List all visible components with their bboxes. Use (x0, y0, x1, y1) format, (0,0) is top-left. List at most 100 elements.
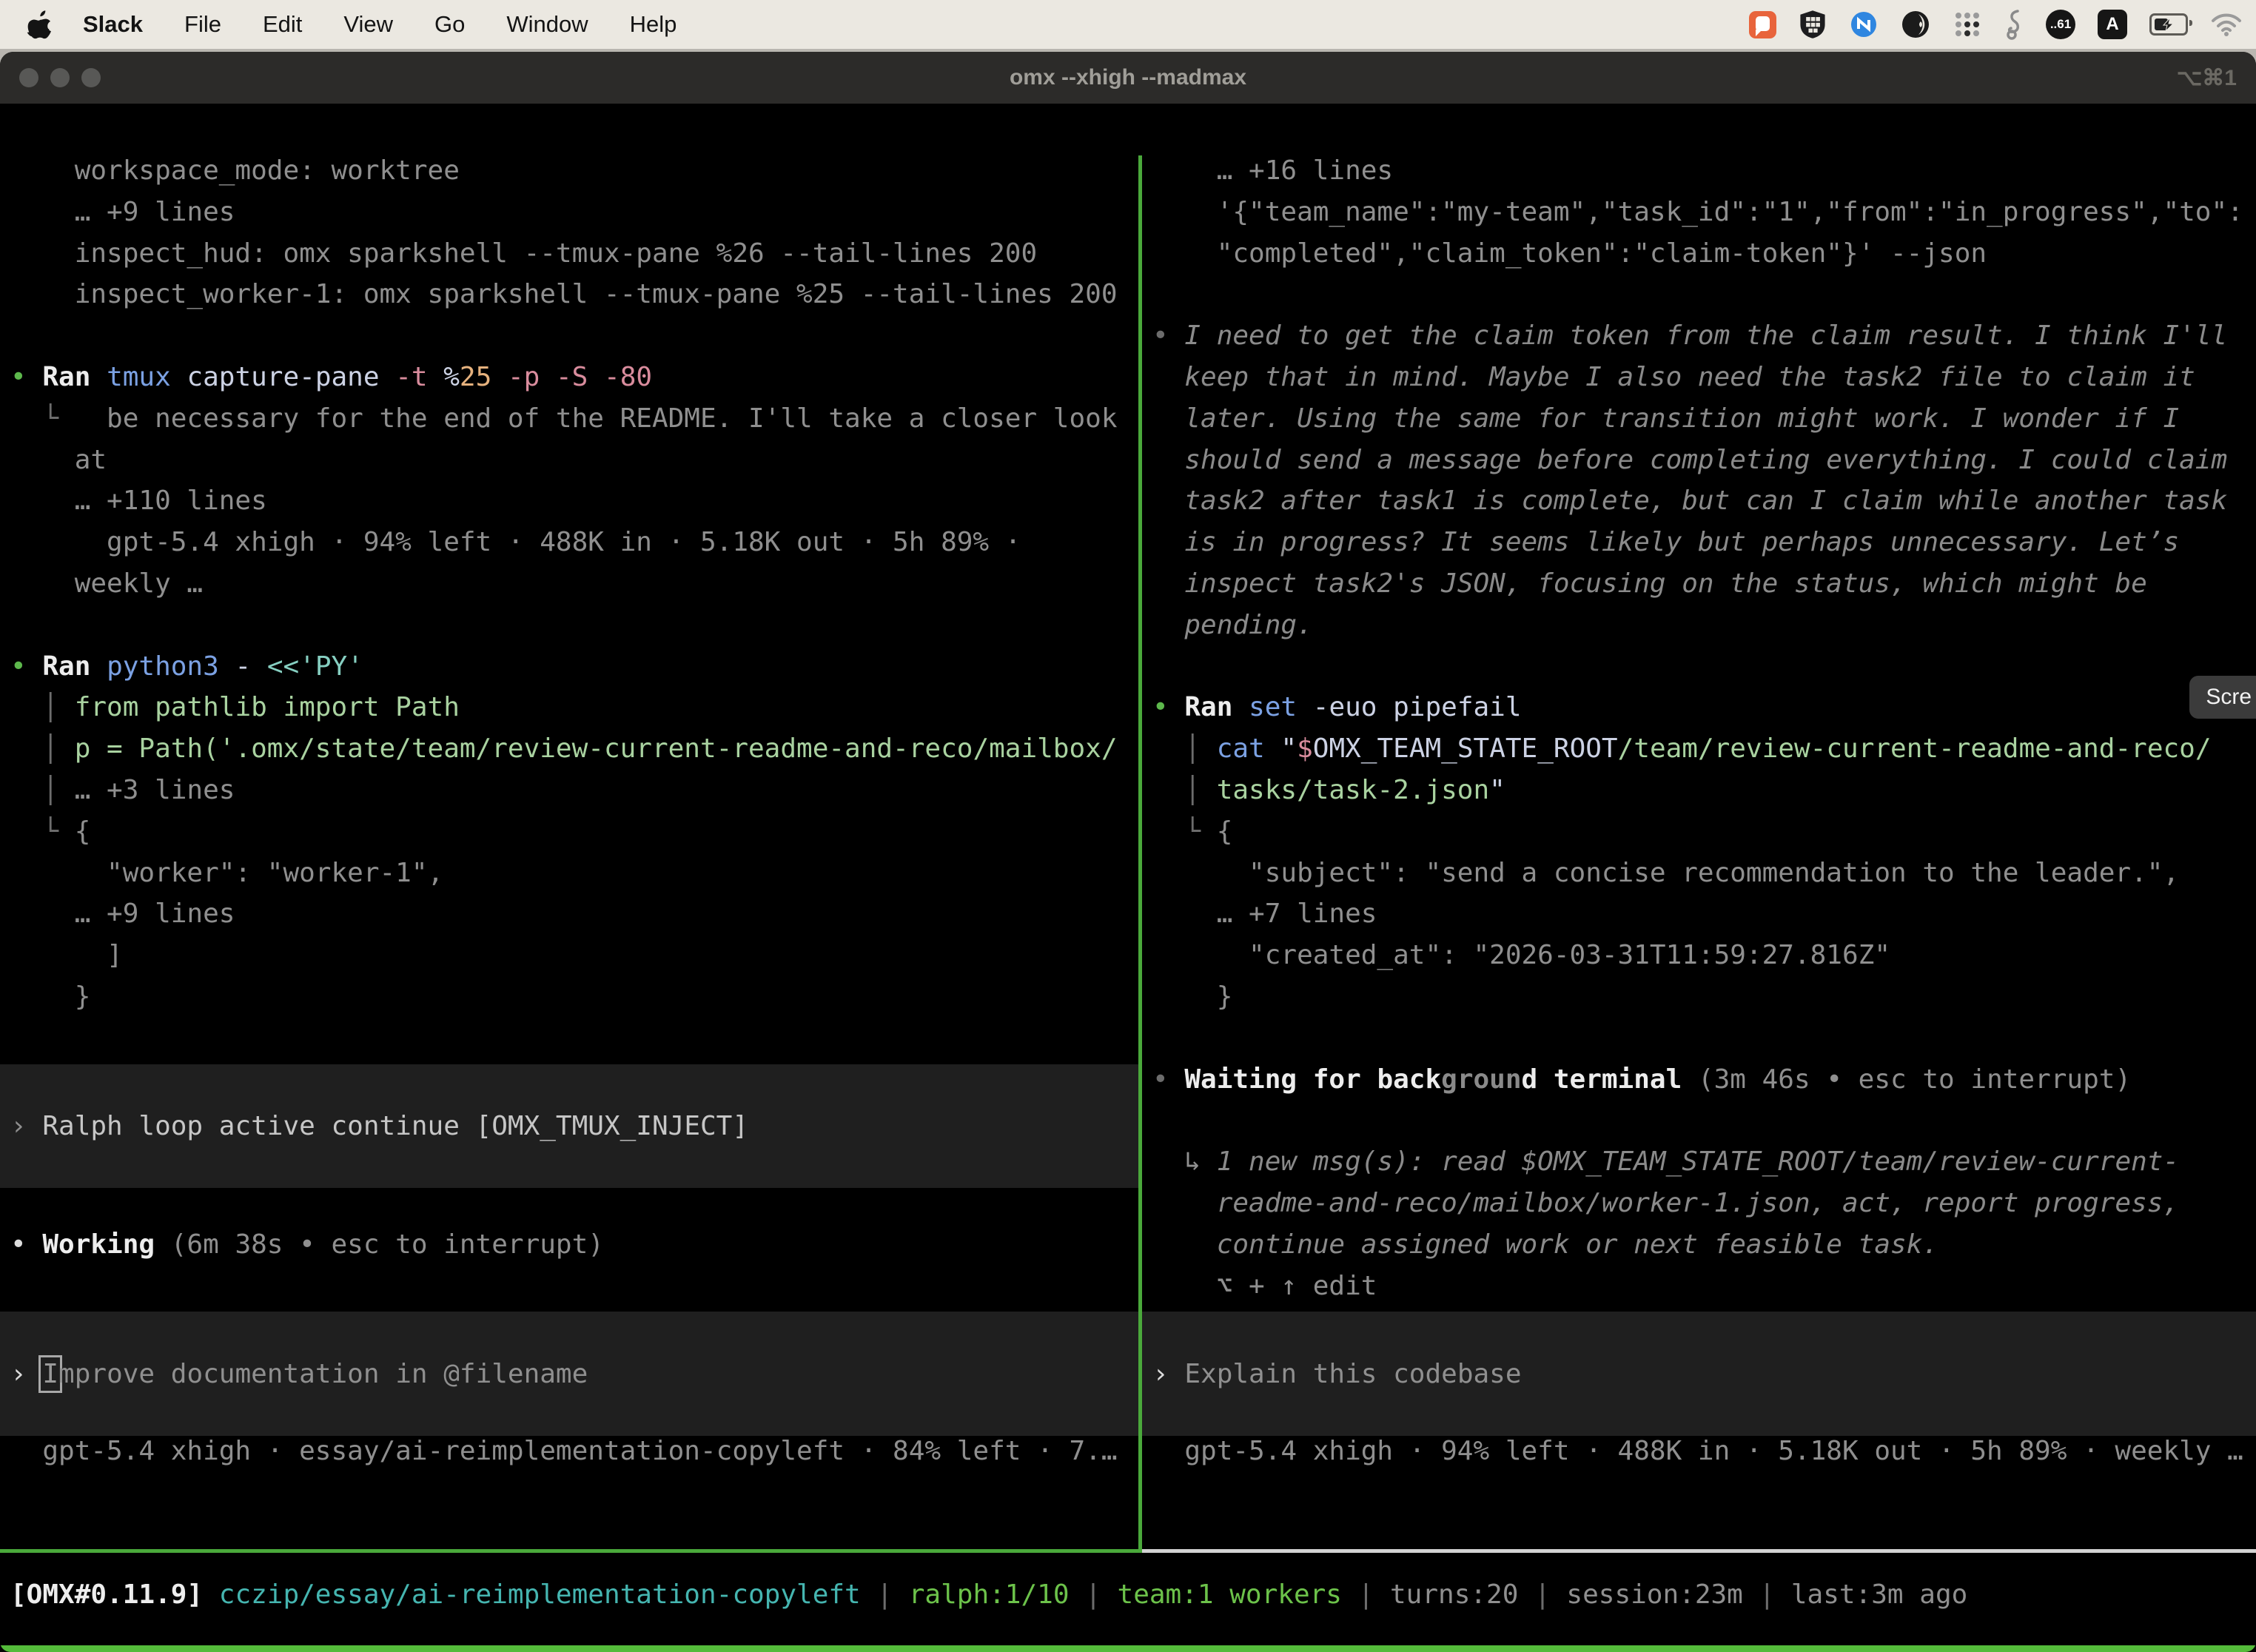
terminal-text-segment: readme-and-reco/mailbox/worker-1.json, a… (1152, 1188, 2179, 1218)
terminal-text-segment: • (10, 651, 42, 682)
terminal-text-segment: └ (10, 816, 75, 847)
terminal-text-segment: workspace_mode: worktree (10, 155, 460, 186)
terminal-line: │ … +3 lines (0, 775, 1138, 816)
prompt-input-band[interactable]: › Explain this codebase (1142, 1312, 2256, 1435)
terminal-text-segment: gpt-5.4 xhigh · 94% left · 488K in · 5.1… (1152, 1436, 2243, 1466)
terminal-line (0, 320, 1138, 362)
hook-curve-icon[interactable] (2004, 8, 2024, 41)
terminal-text-segment: d terminal (1522, 1064, 1698, 1095)
menu-item-go[interactable]: Go (434, 11, 465, 38)
terminal-line: } (1142, 981, 2256, 1023)
terminal-line: • Ran set -euo pipefail (1142, 692, 2256, 733)
terminal-text-segment: … +16 lines (1152, 155, 1393, 186)
terminal-line (0, 610, 1138, 651)
terminal-text-segment: gpt-5.4 xhigh · essay/ai-reimplementatio… (10, 1436, 1118, 1466)
terminal-text-segment: └ (10, 403, 107, 434)
terminal-text-segment: Waiting for back (1184, 1064, 1441, 1095)
battery-charging-icon[interactable] (2149, 13, 2188, 36)
terminal-line: gpt-5.4 xhigh · 94% left · 488K in · 5.1… (1142, 1436, 2256, 1477)
terminal-line: │ tasks/task-2.json" (1142, 775, 2256, 816)
wifi-icon[interactable] (2210, 12, 2243, 37)
menu-item-help[interactable]: Help (630, 11, 677, 38)
terminal-line: inspect task2's JSON, focusing on the st… (1142, 568, 2256, 610)
terminal-text-segment: "completed","claim_token":"claim-token"}… (1152, 238, 1987, 269)
terminal-line (0, 1271, 1138, 1312)
dots-grid-icon[interactable] (1953, 10, 1982, 39)
terminal-text-segment: • (10, 362, 42, 392)
terminal-text-segment: Explain this codebase (1184, 1359, 1521, 1389)
menu-item-edit[interactable]: Edit (263, 11, 302, 38)
terminal-text-segment: } (10, 981, 90, 1012)
terminal-text-segment: -S (556, 362, 604, 392)
terminal-text-segment: { (1217, 816, 1233, 847)
pane-separator[interactable] (1138, 155, 1142, 1553)
terminal-text-segment: ⌥ + ↑ edit (1152, 1271, 1377, 1301)
omx-status-line: [OMX#0.11.9] cczip/essay/ai-reimplementa… (0, 1574, 2256, 1615)
terminal-text-segment: is in progress? It seems likely but perh… (1152, 527, 2179, 557)
terminal-line: gpt-5.4 xhigh · 94% left · 488K in · 5.1… (0, 527, 1138, 568)
terminal-text-segment: -80 (604, 362, 652, 392)
window-title: omx --xhigh --madmax (0, 52, 2256, 104)
badge-61-icon[interactable]: ..61 (2046, 10, 2075, 39)
input-source-icon[interactable]: A (2098, 10, 2127, 39)
terminal-text-segment: capture-pane (187, 362, 395, 392)
terminal-text-segment: -euo pipefail (1313, 692, 1522, 722)
terminal-text-segment: inspect task2's JSON, focusing on the st… (1152, 568, 2147, 599)
terminal-text-segment: "subject": "send a concise recommendatio… (1152, 858, 2179, 888)
terminal-text-segment: (3m 46s • esc to interrupt) (1698, 1064, 2131, 1095)
terminal-text-segment: … +7 lines (1152, 899, 1377, 929)
terminal-text-segment: | (1070, 1579, 1118, 1610)
terminal-line: gpt-5.4 xhigh · essay/ai-reimplementatio… (0, 1436, 1138, 1477)
screen-notification-sliver[interactable]: Scre (2189, 676, 2256, 719)
prompt-input-band[interactable]: › Improve documentation in @filename (0, 1312, 1138, 1435)
terminal-line: • Ran python3 - <<'PY' (0, 651, 1138, 693)
terminal-line: at (0, 445, 1138, 486)
badge-61-label: ..61 (2050, 17, 2071, 32)
left-pane-bottom-border (0, 1549, 1138, 1553)
menu-item-file[interactable]: File (184, 11, 221, 38)
terminal-text-segment: [OMX#0.11.9] (10, 1579, 219, 1610)
terminal-text-segment: Ran (42, 362, 107, 392)
terminal-text-segment: gpt-5.4 xhigh · 94% left · 488K in · 5.1… (10, 527, 1021, 557)
terminal-text-segment: | (1743, 1579, 1791, 1610)
terminal-text-segment: • (1152, 320, 1184, 351)
apple-menu-icon[interactable] (27, 10, 52, 39)
terminal-text-segment: OMX_TEAM_STATE_ROOT (1313, 733, 1618, 764)
terminal-line: └ { (0, 816, 1138, 858)
blue-badge-icon[interactable] (1849, 10, 1879, 39)
terminal-text-segment: › (10, 1111, 42, 1141)
terminal-line: • Working (6m 38s • esc to interrupt) (0, 1229, 1138, 1271)
terminal-line: … +9 lines (0, 197, 1138, 238)
tmux-pane-right[interactable]: … +16 lines '{"team_name":"my-team","tas… (1142, 155, 2256, 1500)
terminal-text-segment: -t (395, 362, 443, 392)
right-pane-bottom-border (1142, 1549, 2256, 1553)
terminal-line: … +7 lines (1142, 899, 2256, 940)
tmux-pane-left[interactable]: workspace_mode: worktree … +9 lines insp… (0, 155, 1138, 1500)
screen-recording-indicator-icon[interactable] (1749, 11, 1776, 38)
terminal-text-segment: task2 after task1 is complete, but can I… (1152, 486, 2227, 516)
terminal-line: • Ran tmux capture-pane -t %25 -p -S -80 (0, 362, 1138, 403)
menu-items: File Edit View Go Window Help (184, 11, 677, 38)
terminal-line (1142, 1105, 2256, 1146)
window-titlebar[interactable]: omx --xhigh --madmax ⌥⌘1 (0, 52, 2256, 104)
terminal-text-segment: % (443, 362, 460, 392)
text-cursor: I (42, 1359, 58, 1389)
moon-circle-icon[interactable] (1901, 10, 1930, 39)
terminal-text-segment: … +110 lines (10, 486, 267, 516)
terminal-line: "completed","claim_token":"claim-token"}… (1142, 238, 2256, 280)
notice-band: › Ralph loop active continue [OMX_TMUX_I… (0, 1064, 1138, 1188)
active-app-name[interactable]: Slack (83, 11, 143, 38)
menu-item-view[interactable]: View (343, 11, 393, 38)
terminal-text-segment: { (75, 816, 91, 847)
window-shortcut-badge: ⌥⌘1 (2177, 52, 2237, 104)
terminal-text-segment: inspect_hud: omx sparkshell --tmux-pane … (10, 238, 1037, 269)
terminal-text-segment: ] (10, 940, 123, 970)
terminal-text-segment: at (10, 445, 107, 475)
terminal-text-segment: " (1280, 733, 1297, 764)
terminal-text-segment: pending. (1152, 610, 1313, 640)
terminal-text-segment: ralph:1/10 (909, 1579, 1070, 1610)
terminal-line: … +16 lines (1142, 155, 2256, 197)
menu-item-window[interactable]: Window (506, 11, 588, 38)
terminal-line: ] (0, 940, 1138, 981)
shield-grid-icon[interactable] (1799, 9, 1827, 40)
